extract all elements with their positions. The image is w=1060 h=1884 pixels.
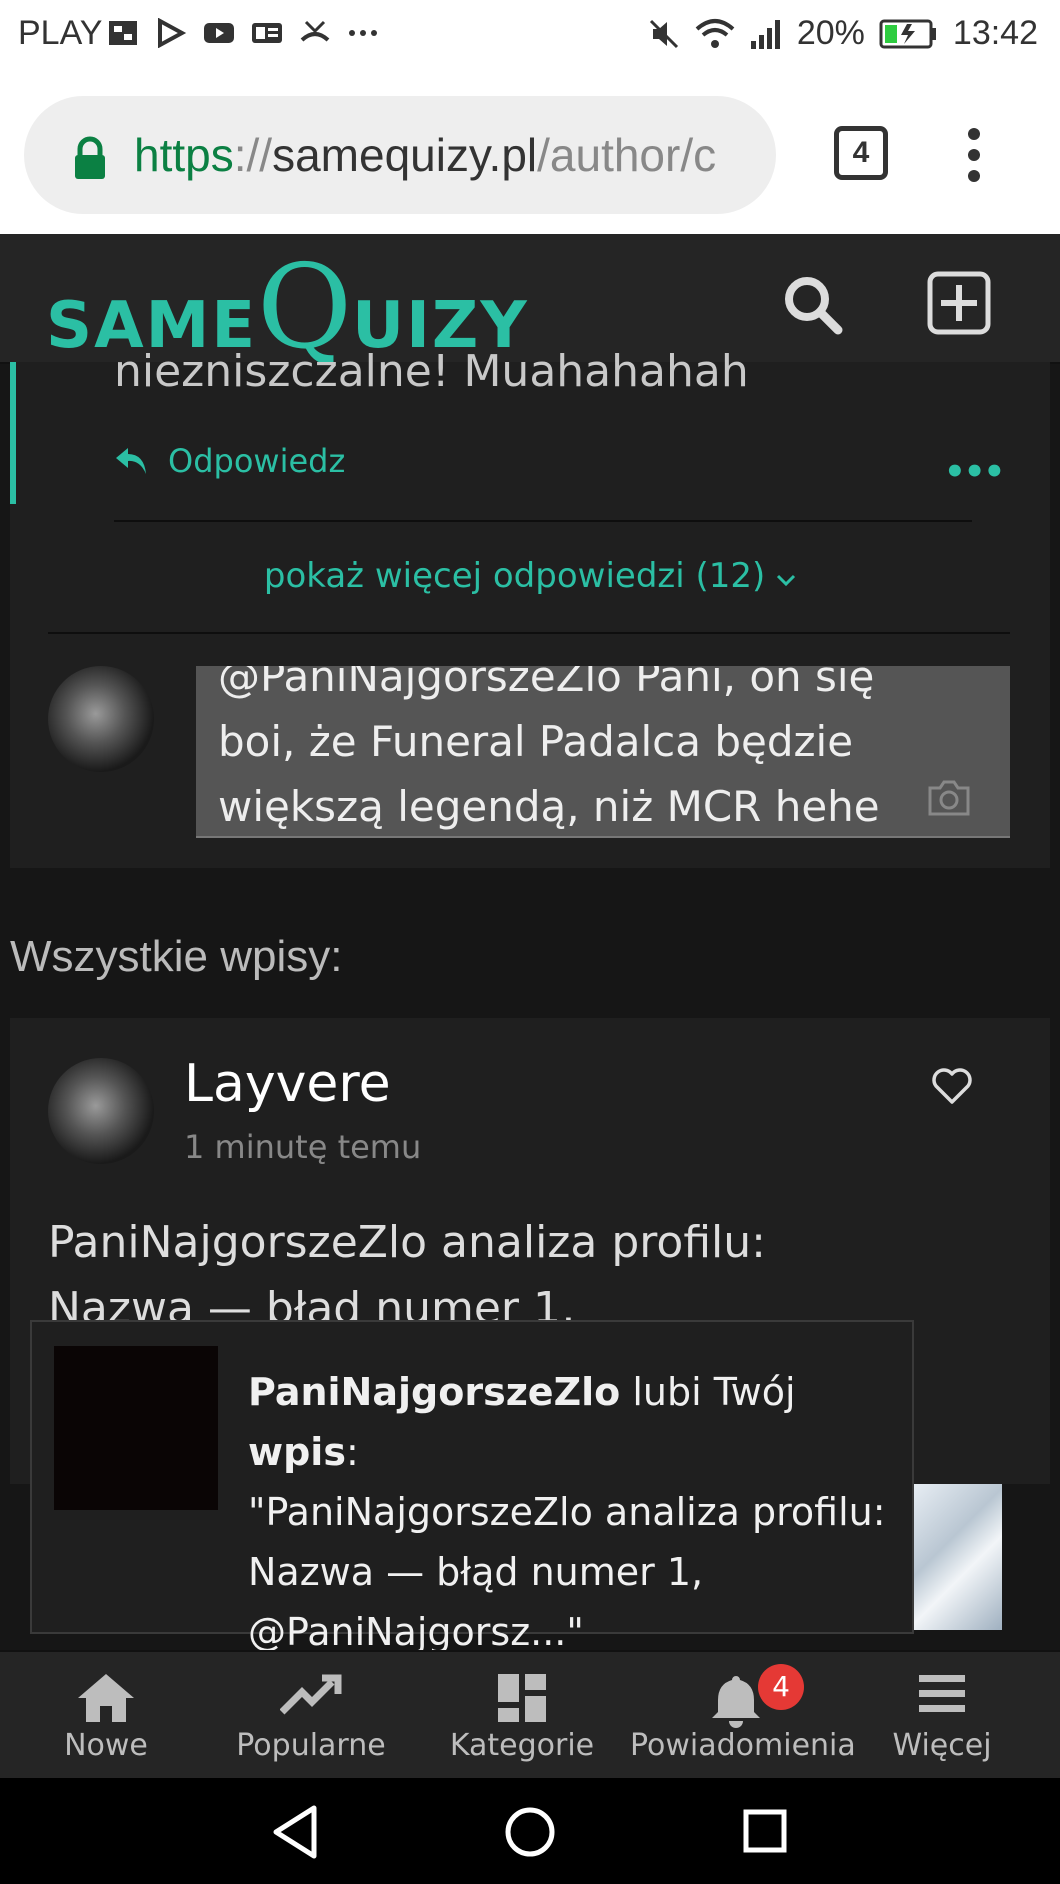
avatar[interactable]	[48, 666, 154, 772]
like-notification-toast[interactable]: PaniNajgorszeZlo lubi Twój wpis: "PaniNaj…	[30, 1320, 914, 1654]
bell-icon	[712, 1676, 760, 1728]
search-icon[interactable]	[782, 274, 844, 336]
nav-item-notifications[interactable]: Powiadomienia	[630, 1652, 856, 1780]
more-notifications-icon	[349, 30, 377, 36]
divider	[48, 632, 1010, 634]
url-text[interactable]: https://samequizy.pl/author/c	[134, 128, 764, 182]
divider	[114, 520, 972, 522]
post-text-line: PaniNajgorszeZlo analiza profilu:	[48, 1217, 766, 1268]
notification-text: PaniNajgorszeZlo lubi Twój wpis: "PaniNaj…	[248, 1362, 888, 1662]
show-more-replies-link[interactable]: pokaż więcej odpowiedzi (12)	[0, 556, 1060, 596]
notification-thumbnail	[54, 1346, 218, 1510]
menu-icon	[919, 1675, 965, 1712]
avatar[interactable]	[48, 1058, 154, 1164]
notification-action: lubi Twój	[620, 1370, 796, 1414]
site-header: SAMEQUIZY	[0, 234, 1060, 375]
clock: 13:42	[952, 14, 1038, 52]
nav-label: Nowe	[64, 1728, 148, 1763]
comment-options-button[interactable]: •••	[944, 452, 1005, 492]
reply-button[interactable]: Odpowiedz	[114, 442, 345, 480]
nav-item-categories[interactable]: Kategorie	[416, 1652, 628, 1780]
post-author[interactable]: Layvere	[184, 1054, 391, 1114]
nav-label: Kategorie	[449, 1728, 595, 1763]
nav-item-new[interactable]: Nowe	[0, 1652, 212, 1780]
home-icon	[78, 1674, 134, 1722]
lock-icon	[75, 136, 105, 179]
news-icon	[252, 23, 282, 43]
all-posts-heading: Wszystkie wpisy:	[10, 932, 343, 981]
nav-label: Powiadomienia	[630, 1728, 856, 1763]
back-icon[interactable]	[270, 1804, 320, 1860]
nav-item-popular[interactable]: Popularne	[205, 1652, 417, 1780]
wifi-icon	[695, 18, 735, 48]
nav-item-more[interactable]: Więcej	[836, 1652, 1048, 1780]
gallery-icon	[109, 21, 137, 45]
dashboard-icon	[498, 1674, 546, 1722]
add-quiz-icon[interactable]	[926, 270, 992, 336]
recents-icon[interactable]	[742, 1808, 788, 1854]
reply-label: Odpowiedz	[168, 442, 346, 480]
trending-icon	[280, 1674, 342, 1715]
ad-image	[912, 1484, 1002, 1630]
like-heart-icon[interactable]	[930, 1066, 974, 1106]
carrier-label: PLAY	[18, 14, 103, 52]
android-navigation-bar	[0, 1778, 1060, 1884]
comment-input-text: @PaniNajgorszeZlo Pani, on się boi, że F…	[218, 666, 880, 831]
reply-indicator-line	[10, 362, 16, 504]
address-bar[interactable]: https://samequizy.pl/author/c	[24, 96, 776, 214]
reply-icon	[116, 448, 146, 474]
camera-icon[interactable]	[926, 778, 972, 818]
notification-colon: :	[345, 1430, 359, 1474]
notification-object: wpis	[248, 1430, 346, 1474]
signal-icon	[750, 19, 780, 49]
url-host: samequizy.pl	[272, 129, 538, 181]
browser-menu-button[interactable]	[966, 128, 982, 191]
status-bar: PLAY 20% 13:42	[0, 0, 1060, 72]
missed-call-icon	[300, 20, 330, 42]
battery-icon	[879, 19, 936, 48]
mute-icon	[649, 19, 678, 48]
home-button-icon[interactable]	[504, 1806, 556, 1858]
url-separator: ://	[233, 129, 273, 181]
notification-icons	[106, 18, 380, 48]
nav-label: Więcej	[892, 1728, 992, 1763]
status-right: 20% 13:42	[647, 14, 1038, 53]
notification-user: PaniNajgorszeZlo	[248, 1370, 621, 1414]
reply-text: niezniszczalne! Muahahahah	[114, 346, 749, 397]
tab-switcher-button[interactable]: 4	[834, 126, 888, 180]
chevron-down-icon	[777, 574, 796, 587]
play-store-icon	[158, 18, 187, 48]
post-timestamp: 1 minutę temu	[184, 1128, 422, 1166]
show-more-label: pokaż więcej odpowiedzi (12)	[263, 556, 766, 596]
nav-label: Popularne	[236, 1728, 386, 1763]
bottom-navigation: Nowe Popularne Kategorie Powiadomienia W…	[0, 1650, 1060, 1780]
url-path: /author/c	[537, 129, 717, 181]
browser-toolbar: https://samequizy.pl/author/c 4	[0, 72, 1060, 234]
youtube-icon	[204, 23, 234, 43]
url-scheme: https	[134, 129, 234, 181]
battery-percent: 20%	[796, 14, 865, 52]
comment-input[interactable]: @PaniNajgorszeZlo Pani, on się boi, że F…	[196, 666, 1010, 838]
notification-quote: "PaniNajgorszeZlo analiza profilu: Nazwa…	[248, 1490, 886, 1654]
notification-count-badge: 4	[758, 1664, 804, 1710]
